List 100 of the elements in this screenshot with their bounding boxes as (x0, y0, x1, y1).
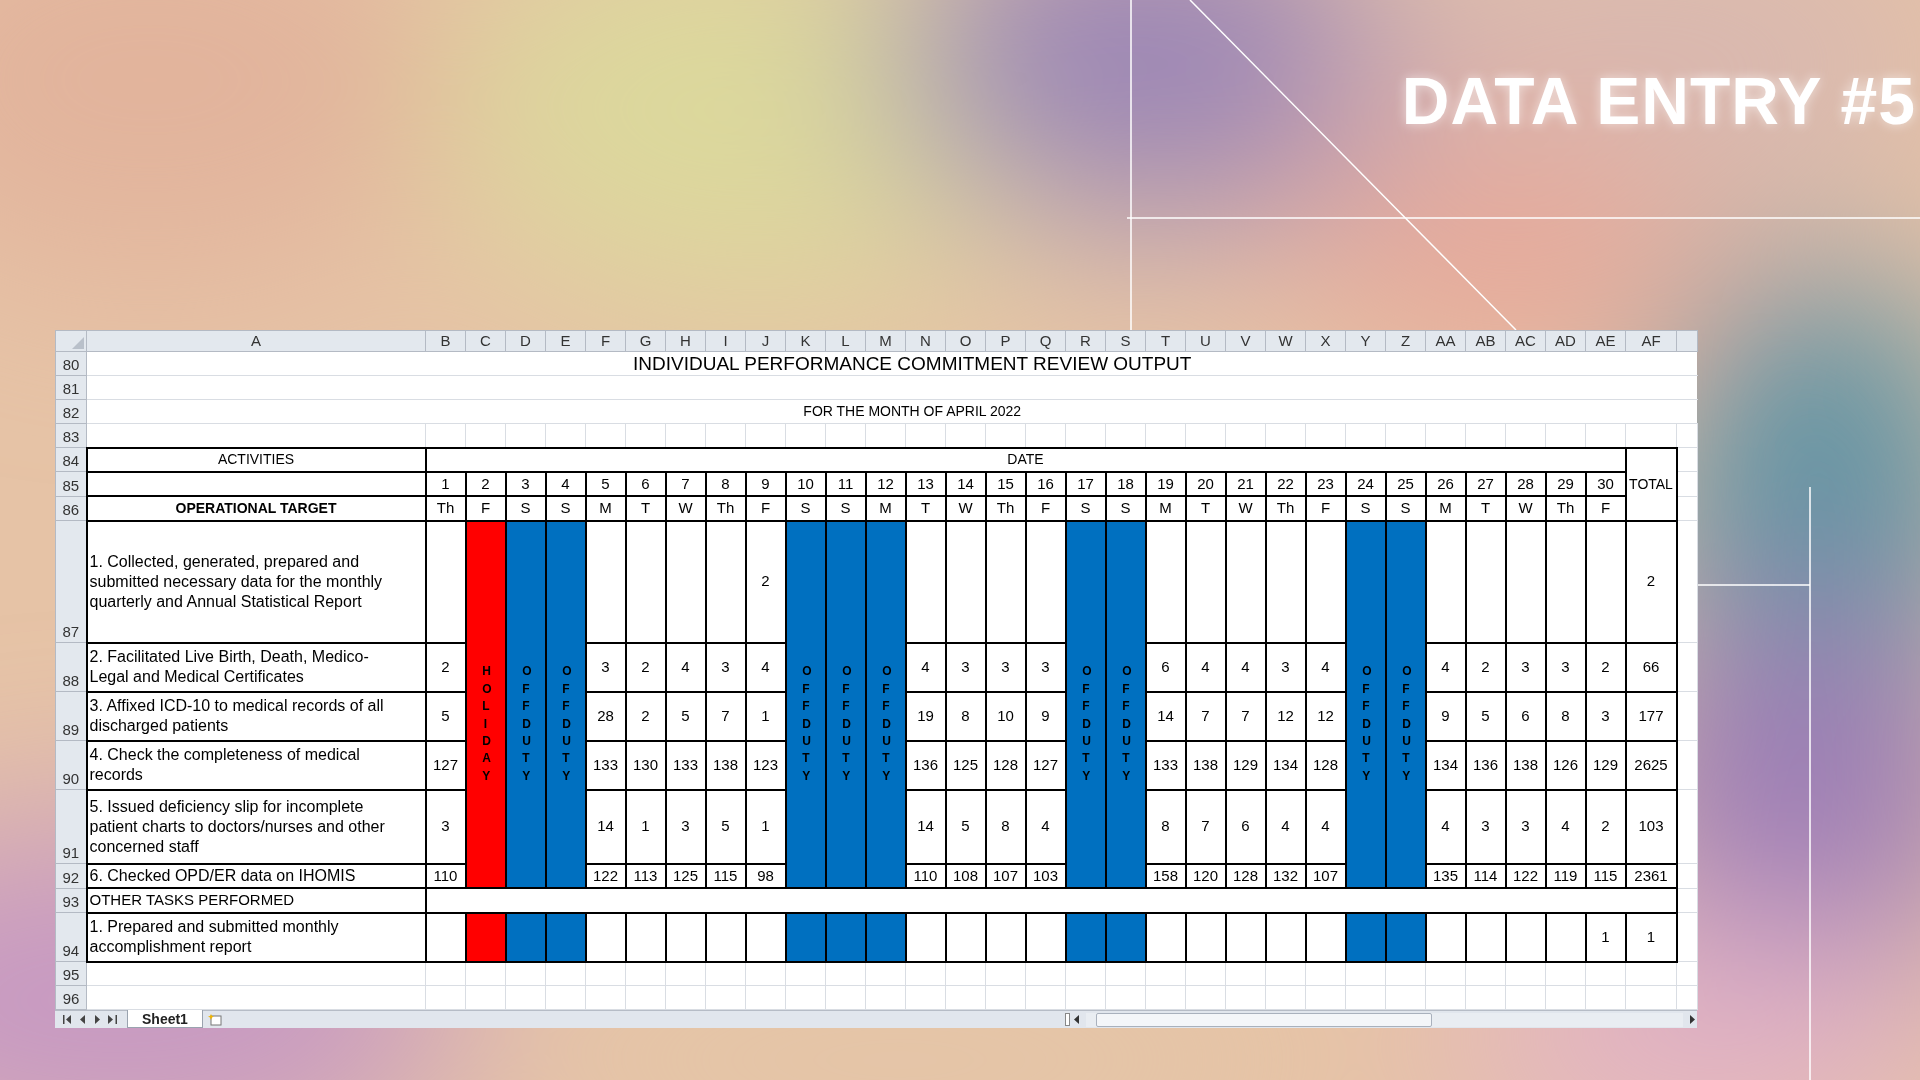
table-cell: 3 (705, 642, 746, 692)
table-cell: 113 (625, 863, 666, 888)
column-header[interactable]: AE (1585, 330, 1626, 352)
column-header[interactable]: S (1105, 330, 1146, 352)
table-cell: 120 (1185, 863, 1226, 888)
column-header[interactable]: K (785, 330, 826, 352)
column-header[interactable]: AB (1465, 330, 1506, 352)
table-cell: 133 (1145, 740, 1186, 790)
column-header[interactable]: E (545, 330, 586, 352)
column-header[interactable]: AD (1545, 330, 1586, 352)
banner-title: DATA ENTRY #5 (1401, 63, 1916, 140)
table-cell: 14 (585, 789, 626, 864)
activity-text: 2. Facilitated Live Birth, Death, Medico-Legal and Medical Certificates (86, 642, 426, 692)
column-header[interactable]: D (505, 330, 546, 352)
column-header[interactable]: AC (1505, 330, 1546, 352)
column-header[interactable]: Y (1345, 330, 1386, 352)
weekday-cell: T (1185, 496, 1226, 521)
date-cell: 6 (625, 471, 666, 496)
table-cell: 3 (1265, 642, 1306, 692)
date-cell: 5 (585, 471, 626, 496)
horizontal-scrollbar[interactable] (1086, 1012, 1683, 1027)
table-cell: 108 (945, 863, 986, 888)
table-cell: 2 (745, 520, 786, 643)
column-header[interactable]: AF (1625, 330, 1677, 352)
column-header[interactable]: W (1265, 330, 1306, 352)
table-cell: 9 (1425, 691, 1466, 741)
table-cell: 138 (1505, 740, 1546, 790)
table-cell: 4 (1225, 642, 1266, 692)
column-header[interactable]: U (1185, 330, 1226, 352)
weekday-cell: M (1145, 496, 1186, 521)
column-header[interactable]: Z (1385, 330, 1426, 352)
column-header[interactable]: N (905, 330, 946, 352)
table-cell: 8 (1545, 691, 1586, 741)
off-duty-label: OFF DUTY (1082, 663, 1089, 785)
column-header[interactable]: O (945, 330, 986, 352)
column-header[interactable]: B (425, 330, 466, 352)
column-header[interactable]: J (745, 330, 786, 352)
column-header[interactable]: P (985, 330, 1026, 352)
table-cell: 4 (665, 642, 706, 692)
off-duty-label: OFF DUTY (1362, 663, 1369, 785)
column-header[interactable]: H (665, 330, 706, 352)
scroll-left-icon[interactable] (1074, 1015, 1080, 1024)
column-header[interactable]: L (825, 330, 866, 352)
scroll-right-icon[interactable] (1689, 1015, 1695, 1024)
row-number: 83 (55, 423, 87, 448)
weekday-cell: Th (1545, 496, 1586, 521)
weekday-cell: Th (985, 496, 1026, 521)
date-cell: 17 (1065, 471, 1106, 496)
last-sheet-icon[interactable] (108, 1015, 117, 1024)
column-header[interactable]: M (865, 330, 906, 352)
table-cell: 158 (1145, 863, 1186, 888)
column-header[interactable]: F (585, 330, 626, 352)
column-header[interactable]: Q (1025, 330, 1066, 352)
date-cell: 4 (545, 471, 586, 496)
column-header[interactable]: A (86, 330, 426, 352)
table-cell: 2 (1465, 642, 1506, 692)
table-cell: 7 (1225, 691, 1266, 741)
table-cell: 1 (625, 789, 666, 864)
previous-sheet-icon[interactable] (80, 1015, 86, 1024)
table-cell: 19 (905, 691, 946, 741)
date-cell: 2 (465, 471, 506, 496)
table-cell: 2 (1585, 642, 1626, 692)
off-duty-label: OFF DUTY (842, 663, 849, 785)
column-header[interactable]: T (1145, 330, 1186, 352)
row-number: 86 (55, 496, 87, 521)
split-handle[interactable] (1065, 1013, 1070, 1026)
table-cell: 128 (985, 740, 1026, 790)
table-cell: 6 (1225, 789, 1266, 864)
table-cell: 28 (585, 691, 626, 741)
sheet-subtitle: FOR THE MONTH OF APRIL 2022 (86, 399, 1698, 424)
weekday-cell: Th (705, 496, 746, 521)
column-header[interactable]: I (705, 330, 746, 352)
sheet-tab[interactable]: Sheet1 (127, 1010, 203, 1028)
scrollbar-thumb[interactable] (1096, 1012, 1432, 1027)
activity-text: 1. Collected, generated, prepared and submitted necessary data for the monthly quarterly and Annual Statistical Report (86, 520, 426, 643)
row-number: 92 (55, 863, 87, 888)
table-cell: 114 (1465, 863, 1506, 888)
column-header[interactable]: G (625, 330, 666, 352)
column-header[interactable]: V (1225, 330, 1266, 352)
table-cell: 115 (1585, 863, 1626, 888)
date-cell: 21 (1225, 471, 1266, 496)
date-cell: 25 (1385, 471, 1426, 496)
table-cell: 8 (1145, 789, 1186, 864)
date-cell: 13 (905, 471, 946, 496)
column-header[interactable]: AA (1425, 330, 1466, 352)
date-cell: 15 (985, 471, 1026, 496)
weekday-cell: F (745, 496, 786, 521)
next-sheet-icon[interactable] (94, 1015, 100, 1024)
first-sheet-icon[interactable] (63, 1015, 72, 1024)
weekday-cell: S (1345, 496, 1386, 521)
table-cell: 14 (905, 789, 946, 864)
table-cell: 3 (1505, 642, 1546, 692)
row-number: 80 (55, 351, 87, 376)
column-header[interactable]: C (465, 330, 506, 352)
column-header[interactable]: R (1065, 330, 1106, 352)
table-cell: 5 (945, 789, 986, 864)
table-cell: 125 (665, 863, 706, 888)
total-cell: 2625 (1625, 740, 1677, 790)
date-cell: 29 (1545, 471, 1586, 496)
column-header[interactable]: X (1305, 330, 1346, 352)
